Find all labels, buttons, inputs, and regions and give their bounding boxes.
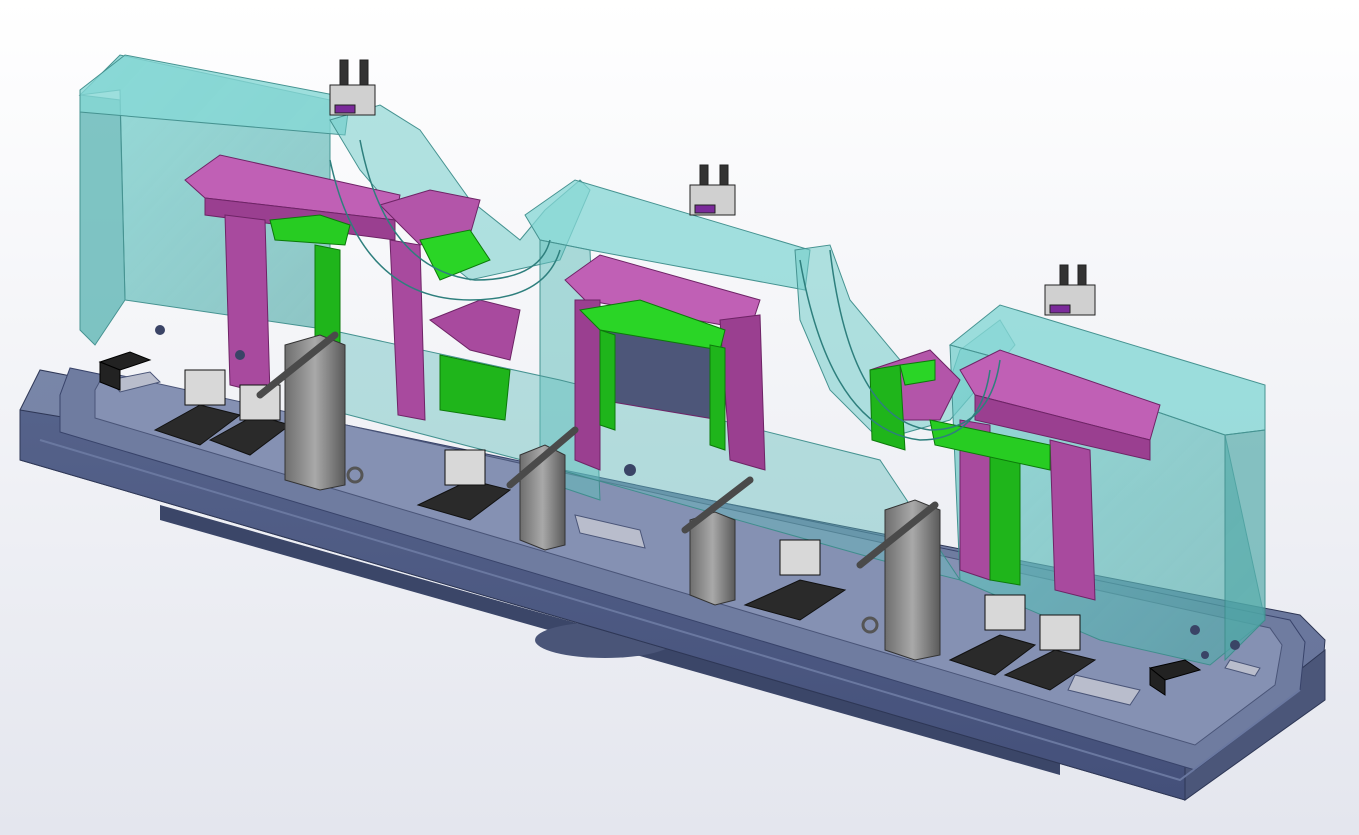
- fixture-assembly-render: [0, 0, 1359, 835]
- cad-viewport[interactable]: [0, 0, 1359, 835]
